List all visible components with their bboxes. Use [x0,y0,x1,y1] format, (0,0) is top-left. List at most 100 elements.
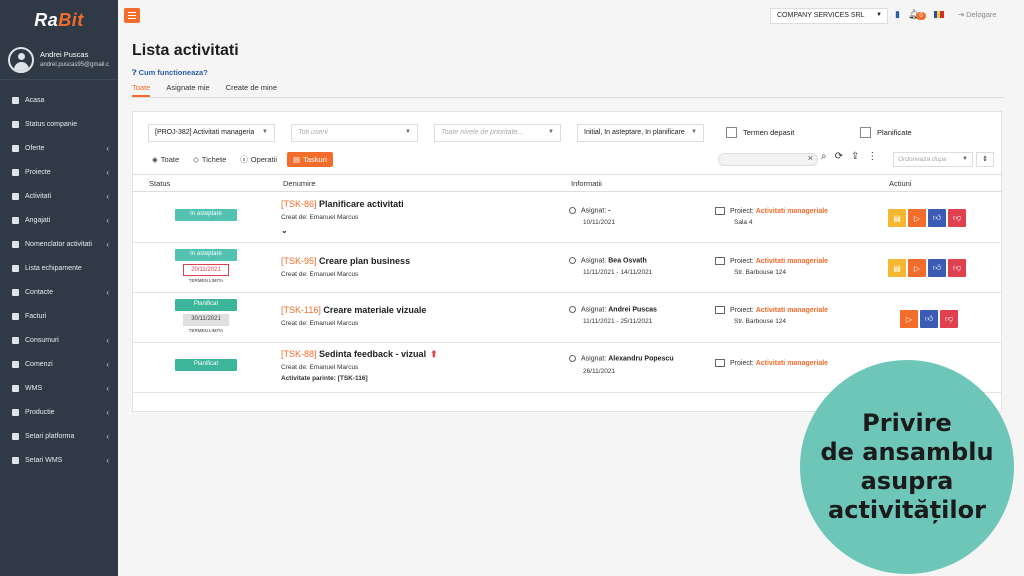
thumbs-up-button[interactable]: 👍︎ [928,259,946,277]
gear-icon [12,456,19,464]
row-actions: ▤ ▷ 👍︎ 👎︎ [888,259,966,277]
wrench-icon [12,432,19,440]
overdue-checkbox[interactable]: Termen depasit [726,127,794,138]
sidebar-item-activitati[interactable]: Activitati ‹ [0,184,118,208]
table-row[interactable]: Planificat 30/11/2021 TERMEN LIMITA [TSK… [133,293,1001,343]
top-bar: COMPANY SERVICES SRL ▼ ▮ 🔔︎0 ⇥ Delogare [118,0,1024,32]
rabit-logo[interactable]: Ra Bit [0,0,118,40]
image-icon [715,359,725,367]
diamond-icon [12,192,19,200]
more-icon[interactable]: ⋮ [867,151,877,162]
type-taskuri-button[interactable]: ▤ Taskuri [287,152,333,167]
company-select[interactable]: COMPANY SERVICES SRL ▼ [770,8,888,24]
task-title[interactable]: [TSK-86] Planificare activitati [281,199,404,209]
thumbs-up-button[interactable]: 👍︎ [920,310,938,328]
type-tichete-button[interactable]: ◇ Tichete [189,152,230,167]
chart-icon [12,120,19,128]
thumbs-down-button[interactable]: 👎︎ [948,259,966,277]
row-actions: ▷ 👍︎ 👎︎ [900,310,958,328]
thumbs-down-button[interactable]: 👎︎ [948,209,966,227]
task-dates: 11/11/2021 - 14/11/2021 [583,269,653,276]
refresh-icon[interactable]: ⟳ [835,151,843,162]
user-name: Andrei Puscas [40,49,89,59]
sidebar-item-contacte[interactable]: Contacte ‹ [0,280,118,304]
priority-up-icon: ⬆ [430,349,438,359]
tab-create-de-mine[interactable]: Create de mine [226,82,277,97]
table-row[interactable]: In asteptare [TSK-86] Planificare activi… [133,192,1001,243]
users-filter[interactable]: Toti userii ▼ [291,124,418,142]
edit-button[interactable]: ▤ [888,209,906,227]
play-button[interactable]: ▷ [900,310,918,328]
sidebar-item-status-companie[interactable]: Status companie [0,112,118,136]
sidebar-item-angajati[interactable]: Angajati ‹ [0,208,118,232]
search-input[interactable]: × [718,153,818,166]
task-title[interactable]: [TSK-88] Sedinta feedback - vizual ⬆ [281,349,438,360]
romania-flag-icon[interactable] [933,11,944,18]
type-operatii-button[interactable]: ⓢ Operatii [236,152,281,167]
order-select[interactable]: Ordoneaza dupa ▼ [893,152,973,167]
card-icon [12,288,19,296]
person-icon [12,216,19,224]
sort-toggle-button[interactable]: ⇕ [976,152,994,167]
sidebar-item-productie[interactable]: Productie ‹ [0,400,118,424]
money-icon [12,312,19,320]
table-header: Status Denumire Informatii Actiuni [133,174,1001,192]
grid-icon [12,240,19,248]
tab-toate[interactable]: Toate [132,82,151,97]
sidebar-item-consumuri[interactable]: Consumuri ‹ [0,328,118,352]
toolbar: ⌕ ⟳ ⇪ ⋮ [821,151,877,162]
grid-icon [12,384,19,392]
sidebar-item-nomenclator[interactable]: Nomenclator activitati ‹ [0,232,118,256]
play-button[interactable]: ▷ [908,259,926,277]
thumbs-down-button[interactable]: 👎︎ [940,310,958,328]
deadline-badge: 20/11/2021 [183,264,229,276]
row-actions: ▤ ▷ 👍︎ 👎︎ [888,209,966,227]
sidebar-item-setari-platforma[interactable]: Setari platforma ‹ [0,424,118,448]
column-name: Denumire [283,179,316,188]
sidebar-item-oferte[interactable]: Oferte ‹ [0,136,118,160]
type-toate-button[interactable]: ◈ Toate [148,152,183,167]
chevron-left-icon: ‹ [106,407,109,417]
tab-asignate-mie[interactable]: Asignate mie [166,82,209,97]
play-button[interactable]: ▷ [908,209,926,227]
task-title[interactable]: [TSK-95] Creare plan business [281,256,410,266]
thumbs-up-button[interactable]: 👍︎ [928,209,946,227]
task-title[interactable]: [TSK-116] Creare materiale vizuale [281,305,426,315]
book-icon[interactable]: ▮ [895,9,900,20]
notification-badge: 0 [916,12,926,20]
priority-filter[interactable]: Toate nivele de prioritate... ▼ [434,124,561,142]
type-buttons: ◈ Toate ◇ Tichete ⓢ Operatii ▤ Taskuri [148,152,333,167]
sidebar-item-comenzi[interactable]: Comenzi ‹ [0,352,118,376]
menu-toggle-button[interactable] [124,8,140,23]
search-icon[interactable]: ⌕ [821,151,827,162]
sidebar-item-setari-wms[interactable]: Setari WMS ‹ [0,448,118,472]
logout-link[interactable]: ⇥ Delogare [958,10,997,19]
parent-task[interactable]: Activitate parinte: [TSK-116] [281,375,368,382]
person-icon [569,355,576,362]
assignee: Asignat: Alexandru Popescu [569,355,674,362]
project-filter[interactable]: [PROJ-382] Activitati manageria ▼ [148,124,275,142]
status-badge: Planificat [175,359,237,371]
table-row[interactable]: In asteptare 20/11/2021 TERMEN LIMITA [T… [133,243,1001,293]
grid-icon [12,408,19,416]
help-link[interactable]: ❓︎ Cum functioneaza? [132,68,208,78]
user-profile[interactable]: Andrei Puscas andrei.puscas95@gmail.c [0,40,118,80]
sidebar-item-acasa[interactable]: Acasa [0,88,118,112]
sidebar-item-echipamente[interactable]: Lista echipamente [0,256,118,280]
chevron-left-icon: ‹ [106,335,109,345]
chevron-down-icon[interactable]: ⌄ [281,226,288,235]
edit-button[interactable]: ▤ [888,259,906,277]
sidebar-item-wms[interactable]: WMS ‹ [0,376,118,400]
planned-checkbox[interactable]: Planificate [860,127,912,138]
sidebar-item-proiecte[interactable]: Proiecte ‹ [0,160,118,184]
upload-icon[interactable]: ⇪ [851,151,859,162]
column-actions: Actiuni [889,179,912,188]
filters-row: [PROJ-382] Activitati manageria ▼ Toti us… [148,124,986,142]
task-icon: ▤ [293,155,301,164]
assignee: Asignat: Andrei Puscas [569,306,657,313]
status-filter[interactable]: Initial, In asteptare, In planificare ▼ [577,124,704,142]
sidebar-item-facturi[interactable]: Facturi [0,304,118,328]
question-icon: ❓︎ [132,68,137,77]
bell-icon[interactable]: 🔔︎0 [908,9,926,20]
column-info: Informatii [571,179,602,188]
